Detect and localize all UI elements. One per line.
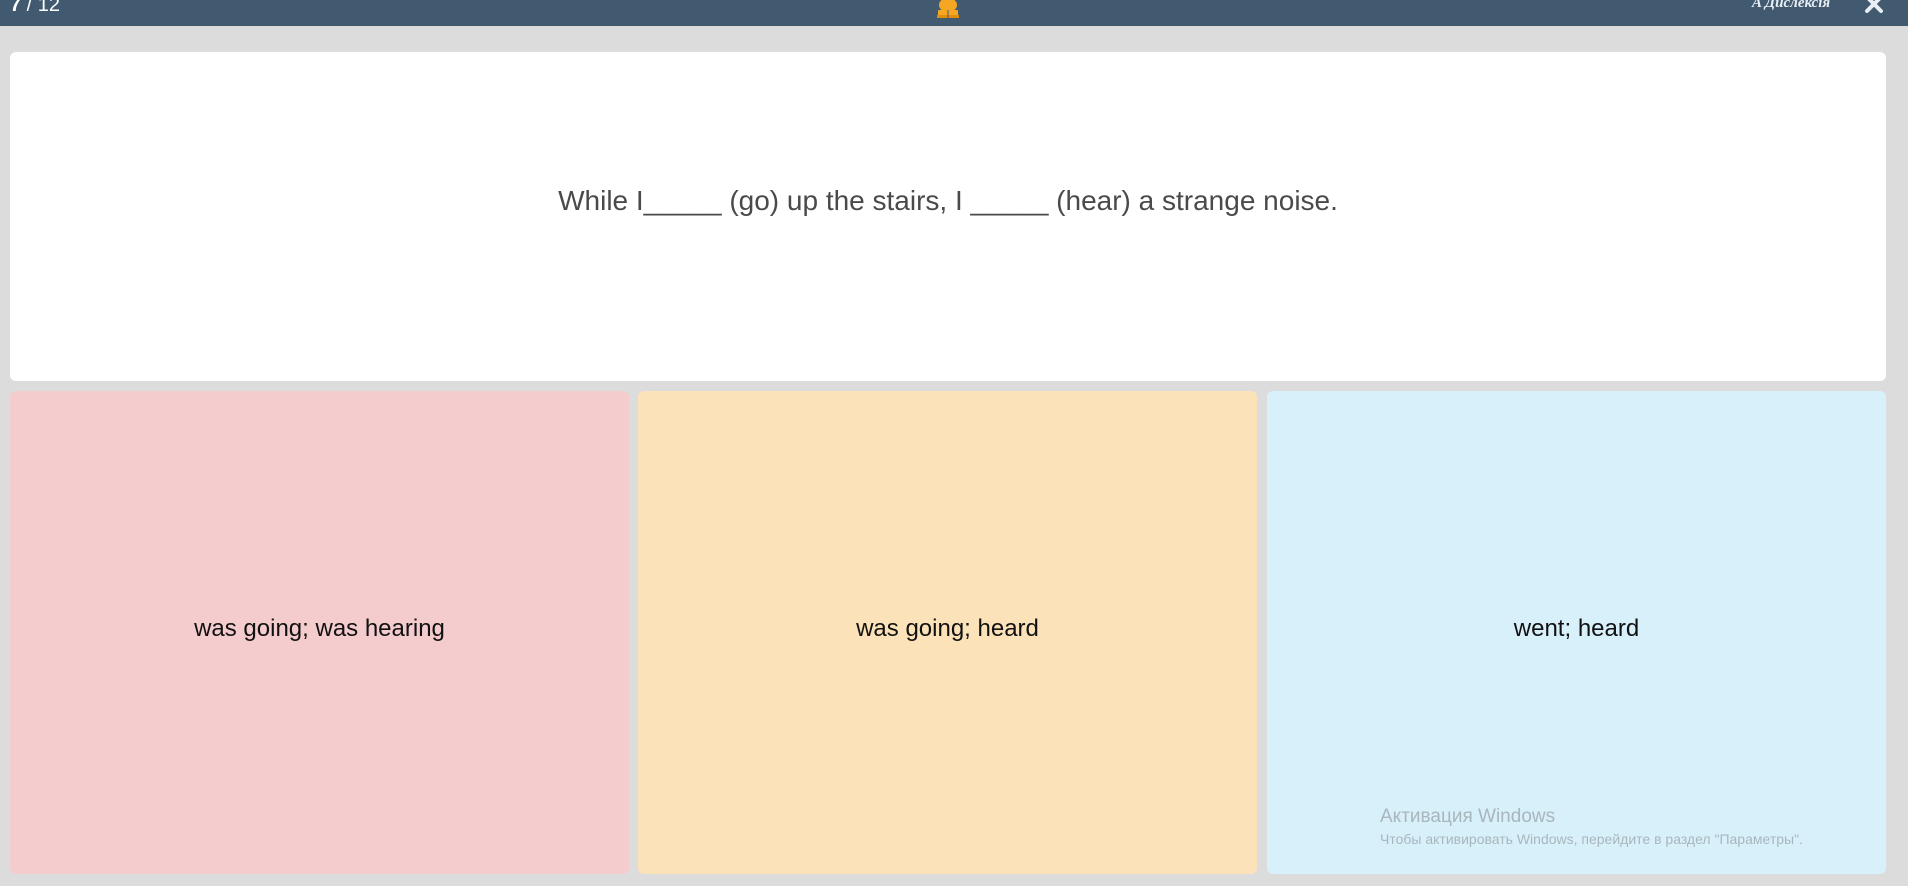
close-icon[interactable]: [1862, 0, 1886, 15]
answer-option-1[interactable]: was going; was hearing: [10, 391, 629, 874]
question-text: While I_____ (go) up the stairs, I _____…: [558, 184, 1338, 216]
answer-option-3[interactable]: went; heard: [1267, 391, 1886, 874]
answer-option-2[interactable]: was going; heard: [638, 391, 1257, 874]
windows-activation-watermark: Активация Windows Чтобы активировать Win…: [1380, 805, 1803, 849]
progress-total: / 12: [21, 0, 61, 16]
answer-label: went; heard: [1513, 614, 1640, 642]
progress-current: 7: [10, 0, 22, 16]
owl-icon: [937, 0, 959, 18]
watermark-subtitle: Чтобы активировать Windows, перейдите в …: [1380, 831, 1803, 847]
question-progress: 7 / 12: [10, 0, 60, 17]
answer-label: was going; was hearing: [194, 614, 445, 642]
top-bar: 7 / 12 A Дислексія: [0, 0, 1908, 26]
answer-label: was going; heard: [856, 614, 1039, 642]
watermark-title: Активация Windows: [1380, 806, 1556, 827]
question-card: While I_____ (go) up the stairs, I _____…: [10, 52, 1886, 381]
dyslexia-toggle[interactable]: A Дислексія: [1752, 0, 1830, 12]
